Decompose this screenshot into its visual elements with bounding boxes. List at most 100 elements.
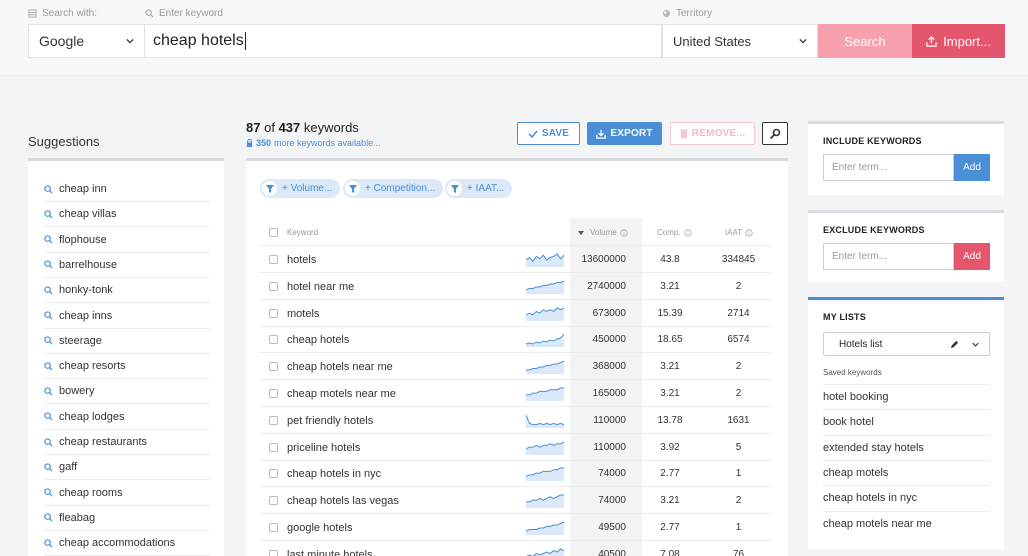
save-button[interactable]: SAVE xyxy=(517,122,580,145)
suggestion-item[interactable]: cheap accommodations xyxy=(44,531,210,556)
table-row[interactable]: hotel near me 2740000 3.21 2 xyxy=(260,273,771,300)
row-checkbox[interactable] xyxy=(269,389,278,398)
territory-select[interactable]: United States xyxy=(662,24,818,58)
export-button[interactable]: EXPORT xyxy=(587,122,662,145)
filter-iaat[interactable]: + IAAT... xyxy=(445,179,513,198)
search-icon xyxy=(44,539,53,548)
suggestion-item[interactable]: cheap villas xyxy=(44,202,210,228)
row-checkbox[interactable] xyxy=(269,255,278,264)
cell-volume: 110000 xyxy=(593,441,626,453)
table-row[interactable]: cheap hotels in nyc 74000 2.77 1 xyxy=(260,460,771,488)
keyword-label: Enter keyword xyxy=(145,8,223,19)
suggestion-item[interactable]: honky-tonk xyxy=(44,278,210,304)
row-checkbox[interactable] xyxy=(269,549,278,556)
row-checkbox[interactable] xyxy=(269,362,278,372)
info-icon xyxy=(745,228,753,237)
suggestion-item[interactable]: steerage xyxy=(44,329,210,354)
more-keywords-link[interactable]: 350 more keywords available... xyxy=(246,138,381,148)
cell-competition: 3.92 xyxy=(660,441,680,453)
suggestion-item[interactable]: gaff xyxy=(44,455,210,481)
saved-keyword-item[interactable]: book hotel xyxy=(823,409,990,434)
suggestion-item[interactable]: cheap inns xyxy=(44,304,210,329)
filter-competition[interactable]: + Competition... xyxy=(343,179,444,198)
check-icon xyxy=(528,130,538,138)
select-all-checkbox[interactable] xyxy=(269,228,278,237)
import-button[interactable]: Import... xyxy=(912,24,1005,58)
row-checkbox[interactable] xyxy=(269,308,278,318)
cell-volume: 110000 xyxy=(593,414,626,426)
cell-keyword: cheap hotels las vegas xyxy=(287,495,399,508)
suggestion-item[interactable]: flophouse xyxy=(44,228,210,253)
upload-icon xyxy=(926,35,937,47)
saved-keyword-item[interactable]: hotel booking xyxy=(823,384,990,409)
cell-iaat: 2 xyxy=(735,361,742,373)
cell-competition: 18.65 xyxy=(657,334,683,346)
search-button[interactable]: Search xyxy=(818,24,912,58)
row-checkbox[interactable] xyxy=(269,415,278,425)
suggestion-item[interactable]: cheap restaurants xyxy=(44,430,210,455)
saved-keywords-label: Saved keywords xyxy=(823,368,882,377)
chevron-down-icon xyxy=(126,38,134,44)
territory-label: Territory xyxy=(662,8,712,19)
sort-down-icon xyxy=(578,230,584,235)
row-checkbox[interactable] xyxy=(269,442,278,452)
table-row[interactable]: priceline hotels 110000 3.92 5 xyxy=(260,434,771,461)
cell-volume: 74000 xyxy=(598,468,626,480)
exclude-input[interactable]: Enter term... xyxy=(823,243,954,270)
cell-competition: 15.39 xyxy=(657,307,683,319)
remove-button[interactable]: REMOVE... xyxy=(670,122,755,145)
keyword-table-panel: + Volume... + Competition... + IAAT... K… xyxy=(246,158,788,556)
saved-keyword-item[interactable]: extended stay hotels xyxy=(823,434,990,460)
exclude-add-button[interactable]: Add xyxy=(954,243,990,270)
cell-competition: 3.21 xyxy=(660,388,680,399)
trend-sparkline xyxy=(526,467,564,482)
saved-keyword-item[interactable]: cheap motels xyxy=(823,459,990,485)
suggestion-item[interactable]: cheap lodges xyxy=(44,405,210,430)
table-row[interactable]: cheap hotels near me 368000 3.21 2 xyxy=(260,353,771,381)
table-header xyxy=(260,219,771,246)
suggestion-item[interactable]: fleabag xyxy=(44,506,210,531)
include-add-button[interactable]: Add xyxy=(954,154,990,181)
cell-competition: 2.77 xyxy=(660,468,680,480)
suggestion-item[interactable]: cheap rooms xyxy=(44,481,210,506)
row-checkbox[interactable] xyxy=(269,523,278,532)
table-row[interactable]: last minute hotels 40500 7.08 76 xyxy=(260,541,771,556)
keyword-count: 87 of 437 keywords xyxy=(246,120,359,135)
row-checkbox[interactable] xyxy=(269,469,278,479)
engine-select[interactable]: Google xyxy=(28,24,145,58)
list-select[interactable]: Hotels list xyxy=(823,332,990,356)
header-iaat[interactable]: IAAT xyxy=(725,228,753,237)
suggestion-item[interactable]: cheap inn xyxy=(44,177,210,202)
header-keyword[interactable]: Keyword xyxy=(287,228,318,237)
include-input[interactable]: Enter term... xyxy=(823,154,954,181)
row-checkbox[interactable] xyxy=(269,281,278,291)
table-row[interactable]: google hotels 49500 2.77 1 xyxy=(260,514,771,541)
link-settings-button[interactable] xyxy=(762,122,788,145)
keyword-input[interactable]: cheap hotels xyxy=(145,24,662,58)
table-row[interactable]: motels 673000 15.39 2714 xyxy=(260,300,771,327)
table-row[interactable]: cheap hotels las vegas 74000 3.21 2 xyxy=(260,487,771,515)
suggestion-item[interactable]: bowery xyxy=(44,379,210,405)
cell-volume: 40500 xyxy=(598,548,626,556)
suggestion-item[interactable]: barrelhouse xyxy=(44,253,210,278)
cell-keyword: cheap hotels near me xyxy=(287,361,393,374)
row-checkbox[interactable] xyxy=(269,335,278,345)
table-row[interactable]: cheap motels near me 165000 3.21 2 xyxy=(260,380,771,407)
search-icon xyxy=(44,260,53,269)
filter-icon xyxy=(262,181,277,196)
pencil-icon[interactable] xyxy=(950,340,959,349)
saved-keyword-item[interactable]: cheap hotels in nyc xyxy=(823,485,990,510)
table-row[interactable]: hotels 13600000 43.8 334845 xyxy=(260,246,771,273)
filter-volume[interactable]: + Volume... xyxy=(260,179,341,198)
header-volume[interactable]: Volume xyxy=(578,228,628,237)
header-comp[interactable]: Comp. xyxy=(657,228,692,237)
sparkline-line xyxy=(526,414,564,425)
table-row[interactable]: cheap hotels 450000 18.65 6574 xyxy=(260,326,771,354)
table-row[interactable]: pet friendly hotels 110000 13.78 1631 xyxy=(260,407,771,434)
saved-keyword-item[interactable]: cheap motels near me xyxy=(823,510,990,536)
suggestion-item[interactable]: cheap resorts xyxy=(44,354,210,380)
search-icon xyxy=(44,412,53,421)
exclude-title: EXCLUDE KEYWORDS xyxy=(823,225,925,235)
cell-iaat: 1 xyxy=(735,468,742,480)
row-checkbox[interactable] xyxy=(269,496,278,506)
